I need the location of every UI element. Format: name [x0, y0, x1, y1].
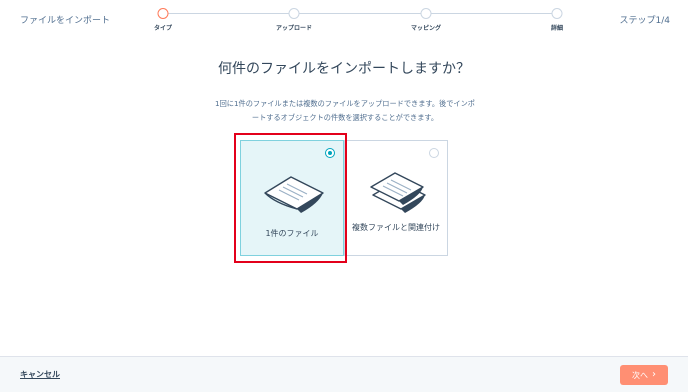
multiple-files-icon: [370, 172, 426, 213]
description-text: 1回に1件のファイルまたは複数のファイルをアップロードできます。後でインポートす…: [215, 99, 475, 122]
footer-bar: キャンセル 次へ ›: [0, 356, 688, 392]
option-label-multiple-files: 複数ファイルと関連付け: [352, 223, 440, 232]
radio-unselected-icon[interactable]: [429, 148, 439, 158]
highlight-box: [234, 133, 347, 263]
page-title: ファイルをインポート: [20, 16, 111, 26]
step-node-details: [551, 8, 563, 19]
stepper-line: [163, 13, 558, 14]
step-label-type: タイプ: [153, 25, 173, 32]
step-counter: ステップ1/4: [619, 16, 671, 26]
step-label-details: 詳細: [550, 25, 564, 32]
chevron-right-icon: ›: [652, 369, 656, 380]
step-label-mapping: マッピング: [410, 25, 442, 32]
next-button-label: 次へ: [632, 370, 648, 380]
question-heading: 何件のファイルをインポートしますか？: [218, 61, 470, 77]
progress-stepper: タイプ アップロード マッピング 詳細: [154, 8, 563, 34]
next-button[interactable]: 次へ ›: [620, 365, 668, 385]
step-node-type: [157, 8, 169, 19]
step-node-upload: [288, 8, 300, 19]
step-label-upload: アップロード: [275, 25, 313, 32]
step-node-mapping: [420, 8, 432, 19]
cancel-link[interactable]: キャンセル: [20, 369, 60, 380]
option-card-multiple-files[interactable]: 複数ファイルと関連付け: [344, 140, 448, 256]
